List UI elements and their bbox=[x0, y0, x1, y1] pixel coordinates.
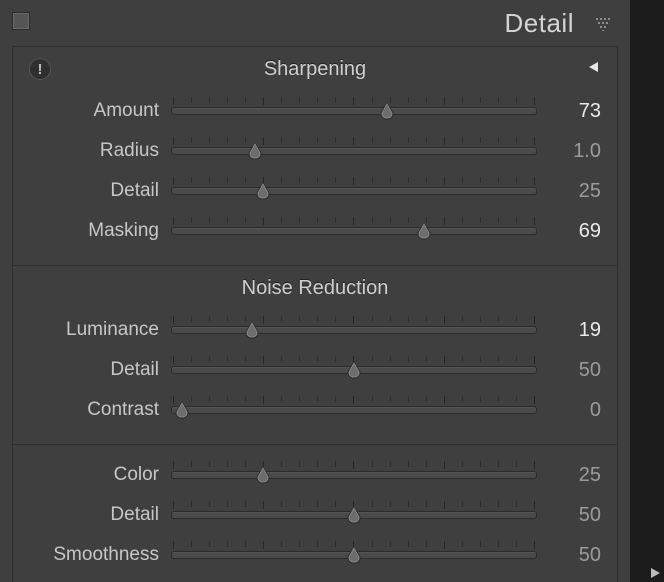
sharpening-detail-value[interactable]: 25 bbox=[537, 180, 601, 203]
sharpening-masking-row: Masking 69 bbox=[29, 211, 601, 251]
noise-reduction-section: Noise Reduction Luminance 19 Detail 50 Contr… bbox=[13, 265, 617, 444]
color-smoothness-row: Smoothness 50 bbox=[29, 535, 601, 575]
color-color-slider[interactable] bbox=[171, 461, 537, 489]
sharpening-detail-row: Detail 25 bbox=[29, 171, 601, 211]
color-smoothness-value[interactable]: 50 bbox=[537, 544, 601, 567]
color-noise-section: Color 25 Detail 50 Smoothness 50 bbox=[13, 444, 617, 582]
sharpening-radius-slider[interactable] bbox=[171, 137, 537, 165]
panel-body: ! Sharpening Amount 73 Radius 1.0 Detail 25 Ma… bbox=[12, 46, 618, 582]
sharpening-radius-value[interactable]: 1.0 bbox=[537, 140, 601, 163]
panel-toggle-swatch[interactable] bbox=[12, 12, 30, 30]
panel-menu-icon[interactable] bbox=[590, 17, 616, 31]
expand-arrow-icon[interactable] bbox=[649, 567, 661, 579]
sharpening-amount-slider[interactable] bbox=[171, 97, 537, 125]
warning-icon[interactable]: ! bbox=[29, 58, 51, 80]
noise-luminance-label: Luminance bbox=[29, 319, 171, 341]
noise-luminance-slider[interactable] bbox=[171, 316, 537, 344]
color-color-value[interactable]: 25 bbox=[537, 464, 601, 487]
noise-contrast-label: Contrast bbox=[29, 399, 171, 421]
sharpening-radius-label: Radius bbox=[29, 140, 171, 162]
noise-contrast-value[interactable]: 0 bbox=[537, 399, 601, 422]
detail-panel: Detail ! Sharpening Amount 73 bbox=[0, 0, 630, 582]
sharpening-title: Sharpening bbox=[264, 58, 366, 81]
color-color-label: Color bbox=[29, 464, 171, 486]
sharpening-radius-row: Radius 1.0 bbox=[29, 131, 601, 171]
sharpening-amount-row: Amount 73 bbox=[29, 91, 601, 131]
color-detail-label: Detail bbox=[29, 504, 171, 526]
color-detail-row: Detail 50 bbox=[29, 495, 601, 535]
sharpening-section: ! Sharpening Amount 73 Radius 1.0 Detail 25 Ma… bbox=[13, 47, 617, 265]
sharpening-detail-label: Detail bbox=[29, 180, 171, 202]
sharpening-masking-label: Masking bbox=[29, 220, 171, 242]
noise-contrast-slider[interactable] bbox=[171, 396, 537, 424]
color-detail-value[interactable]: 50 bbox=[537, 504, 601, 527]
noise-luminance-value[interactable]: 19 bbox=[537, 319, 601, 342]
noise-detail-slider[interactable] bbox=[171, 356, 537, 384]
noise-detail-row: Detail 50 bbox=[29, 350, 601, 390]
sharpening-detail-slider[interactable] bbox=[171, 177, 537, 205]
sharpening-masking-value[interactable]: 69 bbox=[537, 220, 601, 243]
color-color-row: Color 25 bbox=[29, 455, 601, 495]
panel-header: Detail bbox=[0, 0, 630, 46]
color-smoothness-slider[interactable] bbox=[171, 541, 537, 569]
sharpening-amount-label: Amount bbox=[29, 100, 171, 122]
panel-title[interactable]: Detail bbox=[505, 8, 574, 39]
noise-title: Noise Reduction bbox=[242, 277, 389, 300]
collapse-icon[interactable] bbox=[587, 60, 601, 79]
noise-detail-value[interactable]: 50 bbox=[537, 359, 601, 382]
color-smoothness-label: Smoothness bbox=[29, 544, 171, 566]
noise-detail-label: Detail bbox=[29, 359, 171, 381]
noise-luminance-row: Luminance 19 bbox=[29, 310, 601, 350]
sharpening-masking-slider[interactable] bbox=[171, 217, 537, 245]
noise-contrast-row: Contrast 0 bbox=[29, 390, 601, 430]
sharpening-amount-value[interactable]: 73 bbox=[537, 100, 601, 123]
color-detail-slider[interactable] bbox=[171, 501, 537, 529]
